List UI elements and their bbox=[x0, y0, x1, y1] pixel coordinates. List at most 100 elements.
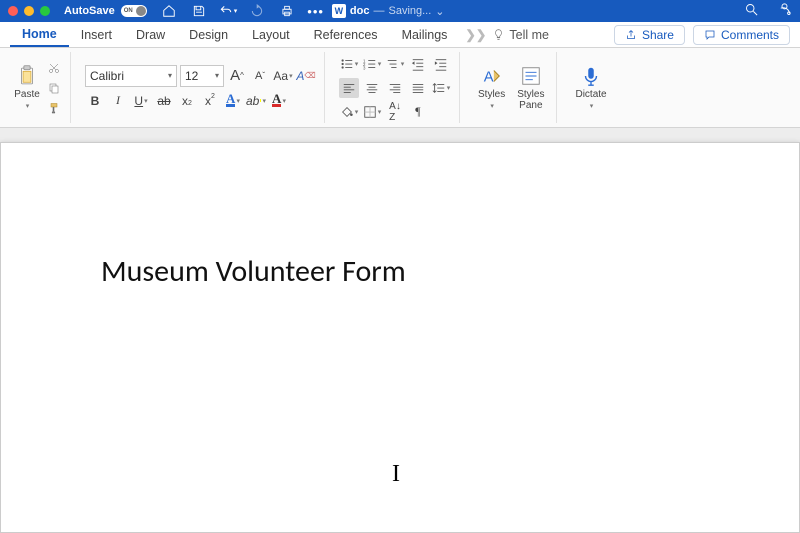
letter-A: A bbox=[255, 70, 262, 82]
styles-pane-label1: Styles bbox=[517, 89, 544, 100]
chevron-down-icon: ▾ bbox=[236, 97, 240, 105]
chevron-down-icon: ▾ bbox=[490, 102, 494, 110]
increase-indent-button[interactable] bbox=[431, 54, 451, 74]
superscript-button[interactable]: x2 bbox=[200, 91, 220, 111]
align-left-button[interactable] bbox=[339, 78, 359, 98]
align-left-icon bbox=[342, 81, 356, 95]
highlight-button[interactable]: ab▾ bbox=[246, 91, 266, 111]
italic-button[interactable]: I bbox=[108, 91, 128, 111]
title-caret-icon[interactable]: ⌄ bbox=[435, 5, 444, 18]
quick-access-toolbar: ▾ ••• bbox=[159, 1, 324, 21]
line-spacing-icon bbox=[432, 81, 446, 95]
title-bar-right bbox=[744, 2, 792, 20]
document-heading[interactable]: Museum Volunteer Form bbox=[101, 253, 699, 290]
ribbon-tabs: Home Insert Draw Design Layout Reference… bbox=[0, 22, 800, 48]
justify-icon bbox=[411, 81, 425, 95]
document-area: Museum Volunteer Form I bbox=[0, 128, 800, 533]
styles-gallery-button[interactable]: A Styles ▾ bbox=[474, 63, 509, 112]
paste-label: Paste bbox=[14, 89, 40, 100]
qat-overflow-icon[interactable]: ••• bbox=[307, 4, 324, 19]
grow-font-button[interactable]: A^ bbox=[227, 66, 247, 86]
numbering-button[interactable]: 123▾ bbox=[362, 54, 382, 74]
tabs-overflow-icon[interactable]: ❯❯ bbox=[459, 27, 492, 42]
tab-home[interactable]: Home bbox=[10, 22, 69, 47]
home-icon[interactable] bbox=[159, 1, 179, 21]
subscript-button[interactable]: x2 bbox=[177, 91, 197, 111]
bold-button[interactable]: B bbox=[85, 91, 105, 111]
copy-icon bbox=[48, 82, 60, 94]
close-window-button[interactable] bbox=[8, 6, 18, 16]
cut-button[interactable] bbox=[46, 60, 62, 76]
align-center-button[interactable] bbox=[362, 78, 382, 98]
minimize-window-button[interactable] bbox=[24, 6, 34, 16]
tab-mailings[interactable]: Mailings bbox=[390, 22, 460, 47]
copy-button[interactable] bbox=[46, 80, 62, 96]
text-effects-button[interactable]: A▾ bbox=[223, 91, 243, 111]
justify-button[interactable] bbox=[408, 78, 428, 98]
tab-layout[interactable]: Layout bbox=[240, 22, 302, 47]
sort-button[interactable]: A↓Z bbox=[385, 102, 405, 122]
change-case-button[interactable]: Aa▾ bbox=[273, 66, 293, 86]
chevron-down-icon: ▾ bbox=[447, 84, 451, 92]
tab-references[interactable]: References bbox=[302, 22, 390, 47]
redo-icon[interactable] bbox=[247, 1, 267, 21]
chevron-down-icon: ▾ bbox=[289, 72, 293, 80]
font-size-combo[interactable]: 12▾ bbox=[180, 65, 224, 87]
align-right-button[interactable] bbox=[385, 78, 405, 98]
chevron-down-icon: ▾ bbox=[355, 60, 359, 68]
ab-label: ab bbox=[246, 94, 259, 108]
share-button[interactable]: Share bbox=[614, 25, 685, 45]
paste-button[interactable]: Paste ▾ bbox=[14, 63, 40, 112]
title-bar: AutoSave ON ▾ ••• W doc — Saving... ⌄ bbox=[0, 0, 800, 22]
maximize-window-button[interactable] bbox=[40, 6, 50, 16]
styles-pane-label2: Pane bbox=[519, 100, 542, 111]
undo-icon[interactable]: ▾ bbox=[219, 1, 238, 21]
microphone-icon bbox=[580, 65, 602, 87]
tab-draw[interactable]: Draw bbox=[124, 22, 177, 47]
chevron-down-icon: ▾ bbox=[590, 102, 594, 110]
tab-design[interactable]: Design bbox=[177, 22, 240, 47]
styles-pane-icon bbox=[520, 65, 542, 87]
font-name-combo[interactable]: Calibri▾ bbox=[85, 65, 177, 87]
document-page[interactable]: Museum Volunteer Form bbox=[0, 142, 800, 533]
format-painter-button[interactable] bbox=[46, 100, 62, 116]
document-title[interactable]: W doc — Saving... ⌄ bbox=[332, 4, 445, 18]
search-icon[interactable] bbox=[744, 2, 759, 20]
shrink-font-button[interactable]: Aˇ bbox=[250, 66, 270, 86]
align-right-icon bbox=[388, 81, 402, 95]
shading-button[interactable]: ▾ bbox=[339, 102, 359, 122]
comment-icon bbox=[704, 29, 716, 41]
clear-format-button[interactable]: A⌫ bbox=[296, 66, 316, 86]
tab-insert[interactable]: Insert bbox=[69, 22, 124, 47]
save-icon[interactable] bbox=[189, 1, 209, 21]
styles-label: Styles bbox=[478, 89, 505, 100]
decrease-indent-button[interactable] bbox=[408, 54, 428, 74]
dictate-button[interactable]: Dictate ▾ bbox=[571, 63, 610, 112]
autosave-switch-state: ON bbox=[124, 8, 133, 14]
autosave-switch[interactable]: ON bbox=[121, 5, 147, 17]
tab-draw-label: Draw bbox=[136, 28, 165, 42]
line-spacing-button[interactable]: ▾ bbox=[431, 78, 451, 98]
paragraph-group: ▾ 123▾ ▾ ▾ ▾ ▾ A↓Z ¶ bbox=[331, 52, 460, 123]
letter-A: A bbox=[230, 67, 240, 84]
comments-button[interactable]: Comments bbox=[693, 25, 790, 45]
font-color-button[interactable]: A▾ bbox=[269, 91, 289, 111]
tell-me-search[interactable]: Tell me bbox=[492, 28, 549, 42]
styles-pane-button[interactable]: Styles Pane bbox=[513, 63, 548, 113]
show-marks-button[interactable]: ¶ bbox=[408, 102, 428, 122]
bullets-button[interactable]: ▾ bbox=[339, 54, 359, 74]
tab-insert-label: Insert bbox=[81, 28, 112, 42]
multilevel-button[interactable]: ▾ bbox=[385, 54, 405, 74]
strikethrough-button[interactable]: ab bbox=[154, 91, 174, 111]
share-label: Share bbox=[642, 28, 674, 42]
borders-button[interactable]: ▾ bbox=[362, 102, 382, 122]
tell-me-label: Tell me bbox=[509, 28, 549, 42]
autosave-control[interactable]: AutoSave ON bbox=[64, 5, 147, 17]
underline-button[interactable]: U▾ bbox=[131, 91, 151, 111]
page-content[interactable]: Museum Volunteer Form bbox=[1, 143, 799, 290]
account-icon[interactable] bbox=[777, 2, 792, 20]
chevron-down-icon: ▾ bbox=[215, 71, 219, 80]
print-icon[interactable] bbox=[277, 1, 297, 21]
tab-design-label: Design bbox=[189, 28, 228, 42]
scissors-icon bbox=[48, 62, 60, 74]
